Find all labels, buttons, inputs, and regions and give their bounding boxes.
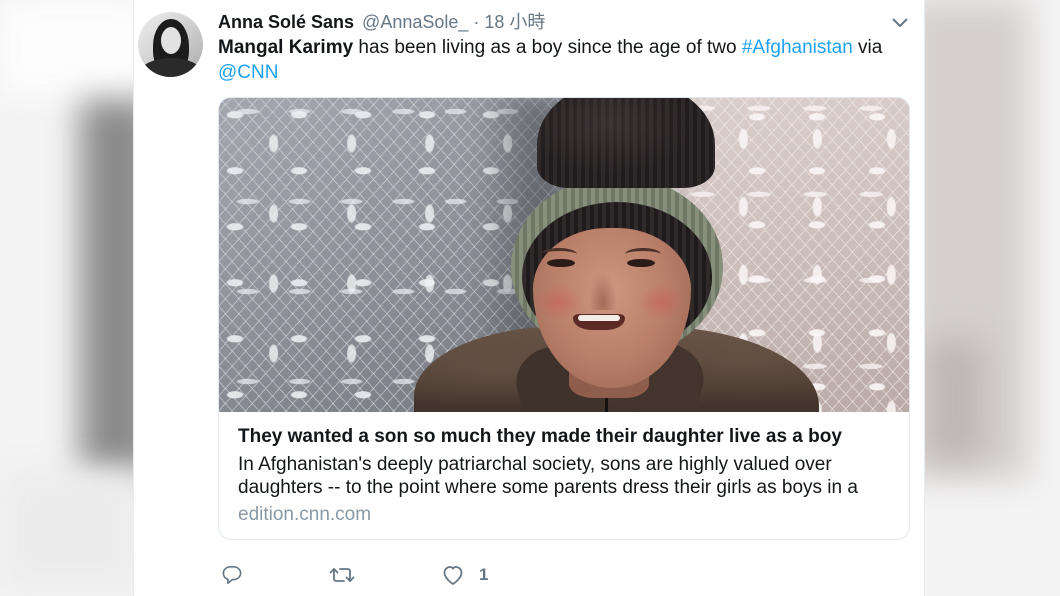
- blurred-background-right-spot: [925, 340, 985, 460]
- header-separator: ·: [473, 12, 480, 32]
- retweet-icon[interactable]: [329, 565, 355, 585]
- chevron-down-icon[interactable]: [892, 18, 908, 28]
- nose: [589, 272, 617, 310]
- author-handle[interactable]: @AnnaSole_: [362, 12, 468, 32]
- highlighted-name: Mangal Karimy: [218, 37, 354, 58]
- card-image[interactable]: [219, 98, 909, 412]
- blurred-background-bottom-left: [0, 470, 140, 590]
- tweet-timestamp[interactable]: 18 小時: [484, 12, 545, 32]
- tweet-text-segment: via: [852, 37, 883, 58]
- hashtag-link[interactable]: #Afghanistan: [742, 37, 853, 58]
- cheek-right: [637, 284, 685, 320]
- card-domain: edition.cnn.com: [238, 504, 372, 525]
- tweet-text-segment: has been living as a boy since the age o…: [353, 37, 742, 58]
- tweet-header: Anna Solé Sans @AnnaSole_ · 18 小時: [218, 10, 545, 34]
- tweet-text: Mangal Karimy has been living as a boy s…: [218, 35, 882, 85]
- avatar-body: [140, 58, 202, 77]
- mention-link[interactable]: @CNN: [218, 62, 278, 83]
- link-card[interactable]: They wanted a son so much they made thei…: [218, 97, 910, 540]
- like-count: 1: [479, 565, 489, 584]
- card-body: They wanted a son so much they made thei…: [219, 412, 909, 526]
- card-title[interactable]: They wanted a son so much they made thei…: [238, 425, 890, 449]
- avatar-face: [161, 27, 181, 54]
- tweet-text-line: @CNN: [218, 60, 882, 85]
- avatar[interactable]: [138, 12, 203, 77]
- blurred-background-top-left: [0, 0, 150, 95]
- author-name[interactable]: Anna Solé Sans: [218, 12, 354, 32]
- beanie-crown: [537, 98, 715, 188]
- card-description-line: daughters -- to the point where some par…: [238, 477, 858, 498]
- eye-right: [627, 259, 655, 267]
- reply-icon[interactable]: [221, 565, 243, 585]
- heart-icon[interactable]: [441, 564, 465, 586]
- teeth: [578, 315, 620, 321]
- card-description-line: In Afghanistan's deeply patriarchal soci…: [238, 454, 832, 475]
- eye-left: [547, 259, 575, 267]
- tweet-text-line: Mangal Karimy has been living as a boy s…: [218, 35, 882, 60]
- card-description: In Afghanistan's deeply patriarchal soci…: [238, 453, 890, 499]
- tweet: Anna Solé Sans @AnnaSole_ · 18 小時 Mangal Ka…: [133, 0, 925, 596]
